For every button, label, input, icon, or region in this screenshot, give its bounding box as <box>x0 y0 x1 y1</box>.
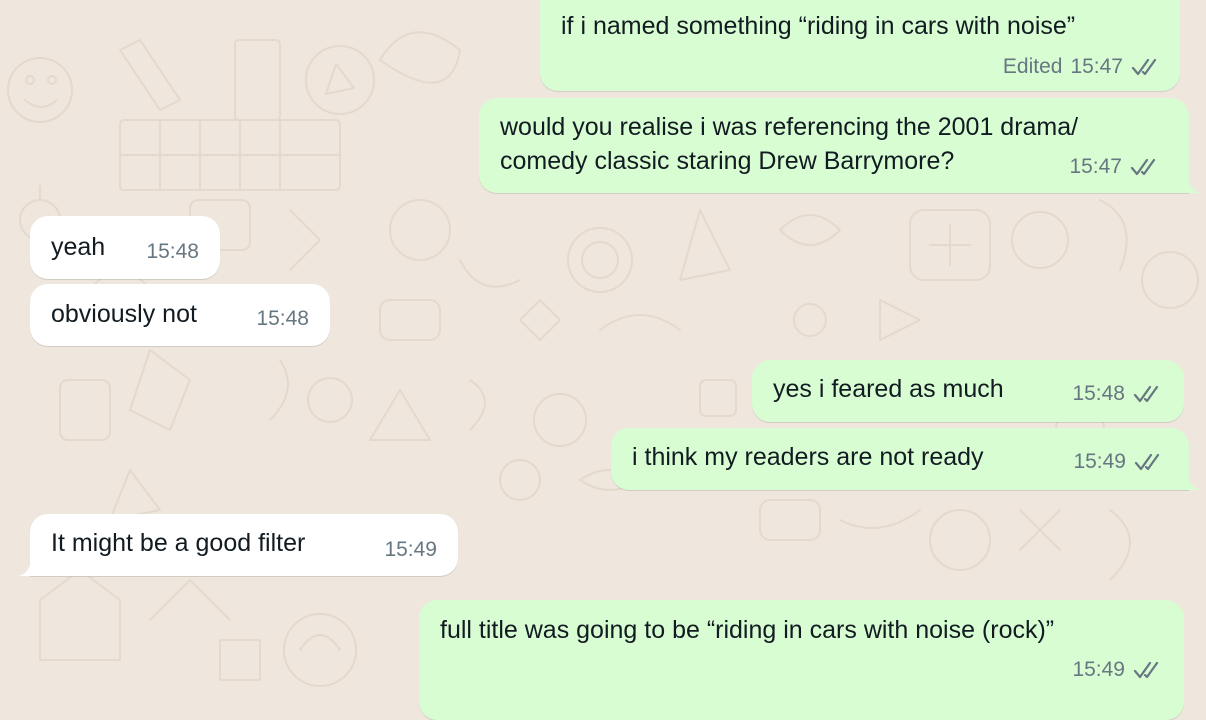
double-check-icon <box>1134 453 1163 471</box>
bubble-tail <box>1187 470 1201 490</box>
message-time: 15:49 <box>1072 658 1125 681</box>
double-check-icon <box>1130 158 1159 176</box>
message-text: i think my readers are not ready <box>632 443 984 471</box>
message-meta: 15:49 <box>384 538 437 562</box>
message-time: 15:48 <box>146 240 199 263</box>
edited-label: Edited <box>1002 55 1063 78</box>
message-time: 15:48 <box>256 307 309 330</box>
outgoing-message[interactable]: yes i feared as much 15:48 <box>752 360 1184 422</box>
incoming-message[interactable]: yeah 15:48 <box>30 216 220 279</box>
outgoing-message[interactable]: full title was going to be “riding in ca… <box>419 600 1184 720</box>
message-text: yes i feared as much <box>773 375 1004 403</box>
message-text-line-1: would you realise i was referencing the … <box>500 113 1079 141</box>
message-text: yeah <box>51 233 106 261</box>
message-text: full title was going to be “riding in ca… <box>440 616 1055 644</box>
incoming-message[interactable]: It might be a good filter 15:49 <box>30 514 458 576</box>
bubble-tail <box>1187 173 1201 193</box>
outgoing-message[interactable]: would you realise i was referencing the … <box>479 98 1189 193</box>
message-meta: 15:47 <box>1069 155 1159 179</box>
message-meta: 15:48 <box>146 240 199 264</box>
bubble-tail <box>18 556 32 576</box>
message-text: if i named something “riding in cars wit… <box>561 12 1076 40</box>
message-text-line-2: comedy classic staring Drew Barrymore? <box>500 147 955 175</box>
message-time: 15:49 <box>384 538 437 561</box>
outgoing-message[interactable]: i think my readers are not ready 15:49 <box>611 428 1189 490</box>
double-check-icon <box>1131 58 1160 76</box>
message-meta: 15:48 <box>1072 382 1162 406</box>
message-meta: 15:49 <box>1072 658 1162 682</box>
message-time: 15:49 <box>1073 450 1126 473</box>
outgoing-message[interactable]: if i named something “riding in cars wit… <box>540 0 1180 91</box>
message-meta: 15:49 <box>1073 450 1163 474</box>
double-check-icon <box>1133 661 1162 679</box>
message-time: 15:47 <box>1069 155 1122 178</box>
message-time: 15:48 <box>1072 382 1125 405</box>
message-text: It might be a good filter <box>51 529 306 557</box>
message-meta: 15:48 <box>256 307 309 331</box>
incoming-message[interactable]: obviously not 15:48 <box>30 284 330 346</box>
message-text: obviously not <box>51 300 197 328</box>
message-meta: Edited 15:47 <box>1003 55 1160 79</box>
conversation-panel: if i named something “riding in cars wit… <box>0 0 1206 720</box>
message-time: 15:47 <box>1070 55 1123 78</box>
double-check-icon <box>1133 385 1162 403</box>
